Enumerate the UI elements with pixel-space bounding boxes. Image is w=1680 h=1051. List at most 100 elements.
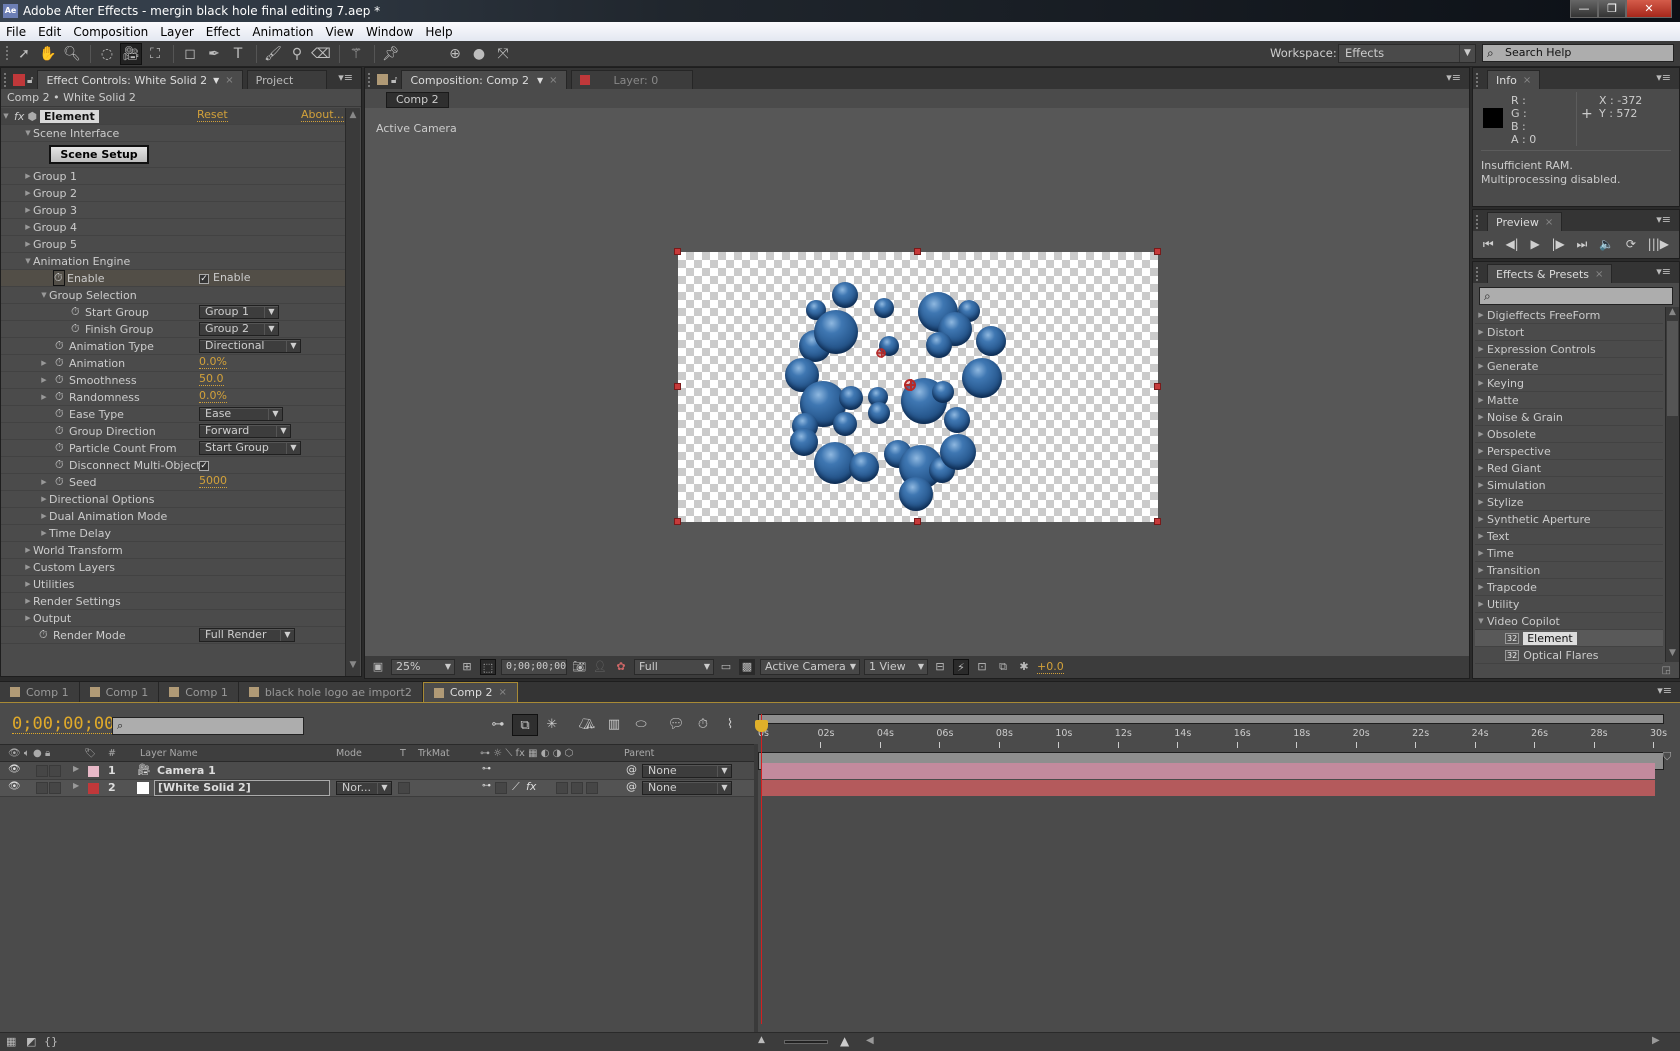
disconnect-multi-object-checkbox[interactable]: ✓ — [199, 461, 209, 471]
type-tool-icon[interactable]: T — [227, 43, 249, 65]
effect-category[interactable]: ▶ Matte — [1475, 392, 1663, 409]
last-frame-icon[interactable]: ⏭ — [1577, 237, 1588, 252]
transparency-grid-icon[interactable]: ▩ — [739, 659, 755, 675]
stopwatch-icon[interactable]: ⏱︎ — [55, 339, 67, 353]
pan-behind-tool-icon[interactable]: ⛶ — [144, 43, 166, 65]
panel-menu-icon[interactable]: ▾≡ — [1656, 71, 1671, 84]
chevron-down-icon[interactable]: ▼ — [537, 76, 543, 85]
stopwatch-icon[interactable]: ⏱︎ — [55, 424, 67, 438]
pickwhip-icon[interactable]: @ — [626, 780, 637, 793]
play-icon[interactable]: ▶ — [1531, 237, 1540, 252]
tab-layer[interactable]: Layer: 0 — [570, 70, 693, 89]
expand-triangle-icon[interactable]: ▶ — [1475, 532, 1487, 540]
render-mode-dropdown[interactable]: Full Render ▼ — [199, 628, 295, 642]
brush-tool-icon[interactable]: 🖌︎ — [262, 43, 284, 65]
layer-switches-toggle-icon[interactable]: ▦ — [6, 1035, 16, 1048]
section-group-5[interactable]: Group 5 — [33, 238, 77, 251]
expand-triangle-icon[interactable]: ▶ — [1475, 379, 1487, 387]
3d-layer-switch[interactable] — [586, 782, 598, 794]
panel-menu-icon[interactable]: ▾≡ — [1657, 684, 1672, 697]
expand-triangle-icon[interactable]: ▶ — [39, 393, 49, 401]
expand-triangle-icon[interactable]: ▶ — [1475, 447, 1487, 455]
workspace-dropdown[interactable]: Effects ▼ — [1338, 44, 1476, 63]
collapse-triangle-icon[interactable]: ▼ — [39, 291, 49, 299]
solo-switch[interactable] — [36, 782, 48, 794]
clone-stamp-tool-icon[interactable]: ⚲ — [286, 43, 308, 65]
stopwatch-icon[interactable]: ⏱︎ — [71, 322, 83, 336]
channel-icon[interactable]: ✿ — [613, 659, 629, 675]
collapse-triangle-icon[interactable]: ▼ — [23, 257, 33, 265]
live-update-icon[interactable]: ⧉ — [512, 714, 538, 736]
transform-handle[interactable] — [674, 518, 681, 525]
comp-breadcrumb[interactable]: Comp 2 — [386, 92, 449, 108]
pen-tool-icon[interactable]: ✒ — [203, 43, 225, 65]
blend-mode-dropdown[interactable]: Nor... ▼ — [336, 781, 392, 795]
shy-switch-icon[interactable]: ⊶ — [482, 781, 491, 791]
scroll-up-icon[interactable]: ▲ — [1666, 307, 1679, 321]
loop-icon[interactable]: ⟳ — [1626, 237, 1636, 252]
timeline-tab[interactable]: Comp 1 — [0, 682, 80, 702]
scroll-left-icon[interactable]: ◀ — [866, 1035, 874, 1046]
stopwatch-icon[interactable]: ⏱︎ — [55, 373, 67, 387]
expand-triangle-icon[interactable]: ▶ — [1475, 515, 1487, 523]
stopwatch-icon[interactable]: ⏱︎ — [55, 407, 67, 421]
timeline-tab[interactable]: Comp 1 — [159, 682, 239, 702]
eraser-tool-icon[interactable]: ⌫ — [310, 43, 332, 65]
group-direction-dropdown[interactable]: Forward ▼ — [199, 424, 291, 438]
transfer-controls-toggle-icon[interactable]: ◩ — [26, 1035, 36, 1048]
scroll-up-icon[interactable]: ▲ — [346, 110, 360, 124]
expand-triangle-icon[interactable]: ▶ — [1475, 413, 1487, 421]
lock-switch[interactable] — [49, 782, 61, 794]
composition-viewer[interactable]: Active Camera — [365, 108, 1469, 656]
preserve-transparency-switch[interactable] — [398, 782, 410, 794]
expand-triangle-icon[interactable]: ▶ — [23, 614, 33, 622]
previous-frame-icon[interactable]: ◀| — [1505, 237, 1518, 252]
layer-duration-bar[interactable] — [761, 763, 1655, 779]
section-custom-layers[interactable]: Custom Layers — [33, 561, 115, 574]
effect-category[interactable]: ▶ Noise & Grain — [1475, 409, 1663, 426]
close-tab-icon[interactable]: × — [1523, 75, 1531, 86]
expand-triangle-icon[interactable]: ▶ — [23, 206, 33, 214]
zoom-slider[interactable] — [784, 1040, 828, 1044]
time-ruler[interactable]: 0s 02s 04s 06s 08s 10s 12s 14s 16s 18s 20s 22s 24s 26… — [758, 714, 1667, 770]
world-axis-icon[interactable]: ● — [468, 43, 490, 65]
transform-handle[interactable] — [674, 248, 681, 255]
parent-dropdown[interactable]: None ▼ — [642, 781, 732, 795]
exposure-reset-icon[interactable]: ✱ — [1016, 659, 1032, 675]
scroll-down-icon[interactable]: ▼ — [346, 660, 360, 674]
tab-effect-controls[interactable]: Effect Controls: White Solid 2 ▼ × — [37, 70, 243, 89]
shy-switch-icon[interactable]: ⊶ — [482, 764, 491, 774]
minimize-button[interactable]: — — [1570, 0, 1598, 18]
expand-triangle-icon[interactable]: ▶ — [73, 781, 79, 790]
comp-mini-flowchart-icon[interactable]: ⊶ — [485, 714, 511, 736]
comp-canvas[interactable] — [674, 248, 1161, 525]
stopwatch-icon[interactable]: ⏱︎ — [39, 628, 51, 642]
mask-visibility-icon[interactable]: ⬚ — [480, 659, 496, 675]
rectangle-tool-icon[interactable]: ◻ — [179, 43, 201, 65]
scroll-right-icon[interactable]: ▶ — [1652, 1035, 1660, 1046]
lock-icon[interactable]: 🔓︎ — [27, 75, 33, 86]
hand-tool-icon[interactable]: ✋ — [37, 43, 59, 65]
stopwatch-icon[interactable]: ⏱︎ — [53, 270, 65, 286]
expand-triangle-icon[interactable]: ▶ — [1475, 583, 1487, 591]
flowchart-icon[interactable]: ⧉ — [995, 659, 1011, 675]
ram-preview-icon[interactable]: |||▶ — [1648, 237, 1669, 252]
section-render-settings[interactable]: Render Settings — [33, 595, 121, 608]
collapse-triangle-icon[interactable]: ▼ — [1, 112, 11, 120]
menu-view[interactable]: View — [320, 25, 360, 39]
chevron-down-icon[interactable]: ▼ — [213, 76, 219, 85]
effect-category[interactable]: ▶ Distort — [1475, 324, 1663, 341]
section-group-3[interactable]: Group 3 — [33, 204, 77, 217]
section-group-selection[interactable]: Group Selection — [49, 289, 137, 302]
effect-category[interactable]: ▶ Keying — [1475, 375, 1663, 392]
hide-shy-layers-icon[interactable]: ⛺︎ — [574, 714, 600, 736]
collapse-triangle-icon[interactable]: ▼ — [1475, 617, 1487, 625]
roto-brush-tool-icon[interactable]: ⚚ — [345, 43, 367, 65]
expand-triangle-icon[interactable]: ▶ — [23, 189, 33, 197]
show-snapshot-icon[interactable]: 👤︎ — [592, 659, 608, 675]
effect-category[interactable]: ▶ Generate — [1475, 358, 1663, 375]
menu-window[interactable]: Window — [360, 25, 419, 39]
expand-triangle-icon[interactable]: ▶ — [39, 529, 49, 537]
panel-menu-icon[interactable]: ▾≡ — [1656, 213, 1671, 226]
menu-edit[interactable]: Edit — [32, 25, 67, 39]
